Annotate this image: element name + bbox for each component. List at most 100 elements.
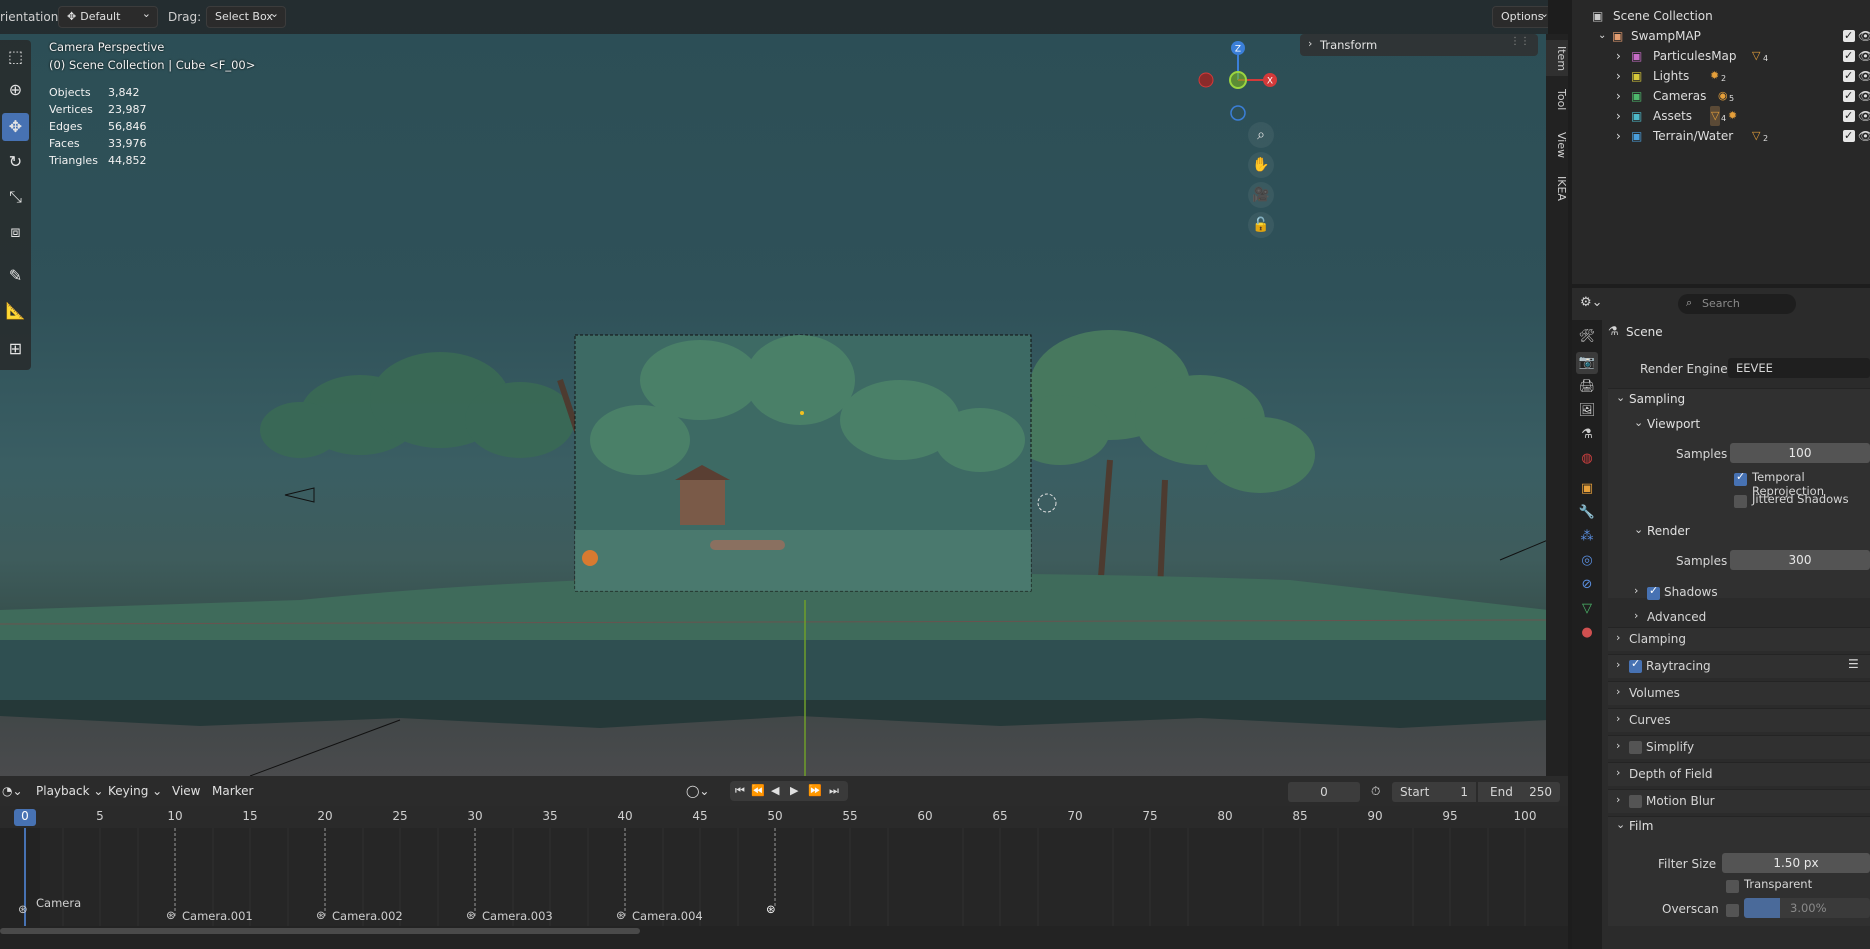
- measure-tool[interactable]: 📐: [2, 297, 29, 325]
- clamping-panel[interactable]: › Clamping: [1608, 627, 1870, 651]
- move-tool[interactable]: ✥: [2, 113, 29, 141]
- view-menu[interactable]: View: [172, 784, 200, 798]
- simplify-panel[interactable]: › Simplify: [1608, 735, 1870, 759]
- outliner-row-lights[interactable]: › ▣ Lights ✹ 2 👁: [1572, 66, 1870, 86]
- exclude-checkbox[interactable]: [1843, 26, 1855, 46]
- temporal-reprojection-checkbox[interactable]: [1734, 470, 1747, 486]
- chevron-right-icon[interactable]: ›: [1616, 86, 1621, 106]
- playback-menu[interactable]: Playback ⌄: [36, 784, 103, 798]
- raytracing-checkbox[interactable]: [1629, 657, 1642, 673]
- scene-tab[interactable]: ⚗: [1576, 424, 1598, 446]
- filter-size-field[interactable]: 1.50 px: [1722, 853, 1870, 873]
- chevron-right-icon[interactable]: ›: [1616, 66, 1621, 86]
- simplify-checkbox[interactable]: [1629, 741, 1642, 754]
- material-tab[interactable]: ●: [1576, 622, 1598, 644]
- options-dropdown[interactable]: Options: [1492, 4, 1548, 28]
- stopwatch-icon[interactable]: ⏱: [1371, 784, 1380, 799]
- eye-icon[interactable]: 👁: [1858, 106, 1870, 126]
- zoom-button[interactable]: ⌕: [1248, 122, 1274, 148]
- end-frame-field[interactable]: End 250: [1478, 782, 1560, 802]
- eye-icon[interactable]: 👁: [1858, 26, 1870, 46]
- depth-of-field-panel[interactable]: › Depth of Field: [1608, 762, 1870, 786]
- outliner-row-assets[interactable]: › ▣ Assets ▽ 4 ✹ 👁: [1572, 106, 1870, 126]
- search-input[interactable]: ⌕ Search: [1678, 294, 1796, 314]
- data-tab[interactable]: ▽: [1576, 598, 1598, 620]
- keying-menu[interactable]: Keying ⌄: [108, 784, 162, 798]
- tab-view[interactable]: View: [1546, 126, 1568, 162]
- jump-start-button[interactable]: ⏮: [735, 781, 745, 801]
- render-samples-field[interactable]: 300: [1730, 550, 1870, 570]
- exclude-checkbox[interactable]: [1843, 46, 1855, 66]
- editor-type-icon[interactable]: ⚙⌄: [1580, 295, 1603, 310]
- object-tab[interactable]: ▣: [1576, 478, 1598, 500]
- drag-dropdown[interactable]: Select Box: [206, 4, 286, 28]
- marker-camera[interactable]: ⊛ Camera: [18, 896, 81, 916]
- outliner-row-particulesmap[interactable]: › ▣ ParticulesMap ▽ 4 👁: [1572, 46, 1870, 66]
- overscan-checkbox[interactable]: [1726, 904, 1739, 917]
- overscan-field[interactable]: 3.00%: [1744, 898, 1870, 918]
- output-tab[interactable]: 🖨: [1576, 376, 1598, 398]
- raytracing-panel[interactable]: › Raytracing ☰: [1608, 654, 1870, 678]
- marker-camera-001[interactable]: ⊛ Camera.001: [166, 908, 253, 923]
- shadows-checkbox[interactable]: [1647, 584, 1660, 600]
- tab-tool[interactable]: Tool: [1546, 82, 1568, 118]
- pan-button[interactable]: ✋: [1248, 152, 1274, 178]
- exclude-checkbox[interactable]: [1843, 126, 1855, 146]
- chevron-down-icon[interactable]: ⌄: [1634, 416, 1643, 429]
- tab-item[interactable]: Item: [1546, 40, 1568, 76]
- volumes-panel[interactable]: › Volumes: [1608, 681, 1870, 705]
- camera-view-button[interactable]: 🎥: [1248, 182, 1274, 208]
- list-icon[interactable]: ☰: [1848, 657, 1859, 671]
- viewport-samples-field[interactable]: 100: [1730, 443, 1870, 463]
- transparent-checkbox[interactable]: [1726, 880, 1739, 893]
- chevron-right-icon[interactable]: ›: [1634, 609, 1638, 622]
- select-box-tool[interactable]: ⬚: [2, 43, 29, 71]
- editor-type-icon[interactable]: ◔⌄: [2, 784, 23, 798]
- curves-panel[interactable]: › Curves: [1608, 708, 1870, 732]
- sampling-header[interactable]: Sampling: [1629, 392, 1685, 406]
- frame-ruler[interactable]: [0, 806, 1568, 828]
- jittered-shadows-checkbox[interactable]: [1734, 495, 1747, 508]
- outliner-row-cameras[interactable]: › ▣ Cameras ◉ 5 👁: [1572, 86, 1870, 106]
- rotate-tool[interactable]: ↻: [2, 148, 29, 176]
- lock-camera-button[interactable]: 🔓: [1248, 212, 1274, 238]
- 3d-viewport[interactable]: rientation: ✥Default Drag: Select Box Op…: [0, 0, 1548, 776]
- advanced-header[interactable]: Advanced: [1647, 610, 1706, 624]
- start-frame-field[interactable]: Start 1: [1392, 782, 1476, 802]
- eye-icon[interactable]: 👁: [1858, 86, 1870, 106]
- modifier-tab[interactable]: 🔧: [1576, 502, 1598, 524]
- jump-end-button[interactable]: ⏭: [829, 781, 839, 801]
- outliner-row-scene-collection[interactable]: ▣ Scene Collection: [1572, 6, 1870, 26]
- eye-icon[interactable]: 👁: [1858, 126, 1870, 146]
- marker-camera-002[interactable]: ⊛ Camera.002: [316, 908, 403, 923]
- motion-blur-checkbox[interactable]: [1629, 795, 1642, 808]
- play-button[interactable]: ▶: [790, 781, 798, 801]
- exclude-checkbox[interactable]: [1843, 86, 1855, 106]
- render-subpanel-header[interactable]: Render: [1647, 524, 1690, 538]
- chevron-down-icon[interactable]: ⌄: [1616, 818, 1625, 831]
- marker-menu[interactable]: Marker: [212, 784, 253, 798]
- chevron-down-icon[interactable]: ⌄: [1598, 26, 1606, 46]
- exclude-checkbox[interactable]: [1843, 106, 1855, 126]
- eye-icon[interactable]: 👁: [1858, 46, 1870, 66]
- marker-active[interactable]: ⊛: [766, 902, 776, 916]
- constraints-tab[interactable]: ⊘: [1576, 574, 1598, 596]
- exclude-checkbox[interactable]: [1843, 66, 1855, 86]
- transform-panel-header[interactable]: › Transform ⋮⋮: [1300, 34, 1538, 56]
- view-layer-tab[interactable]: 🖼: [1576, 400, 1598, 422]
- viewport-subpanel-header[interactable]: Viewport: [1647, 417, 1700, 431]
- scale-tool[interactable]: ⤡: [2, 183, 29, 211]
- marker-camera-003[interactable]: ⊛ Camera.003: [466, 908, 553, 923]
- outliner-row-swampmap[interactable]: ⌄ ▣ SwampMAP 👁: [1572, 26, 1870, 46]
- orientation-dropdown[interactable]: ✥ Default: [58, 4, 158, 28]
- current-frame-field[interactable]: 0: [1288, 782, 1360, 802]
- particles-tab[interactable]: ⁂: [1576, 526, 1598, 548]
- motion-blur-panel[interactable]: › Motion Blur: [1608, 789, 1870, 813]
- next-keyframe-button[interactable]: ⏩: [808, 781, 822, 801]
- add-cube-tool[interactable]: ⊞: [2, 335, 29, 363]
- tool-tab[interactable]: 🛠: [1576, 326, 1598, 348]
- physics-tab[interactable]: ◎: [1576, 550, 1598, 572]
- drag-handle-icon[interactable]: ⋮⋮: [1510, 36, 1530, 47]
- chevron-right-icon[interactable]: ›: [1616, 126, 1621, 146]
- shadows-header[interactable]: Shadows: [1664, 585, 1718, 599]
